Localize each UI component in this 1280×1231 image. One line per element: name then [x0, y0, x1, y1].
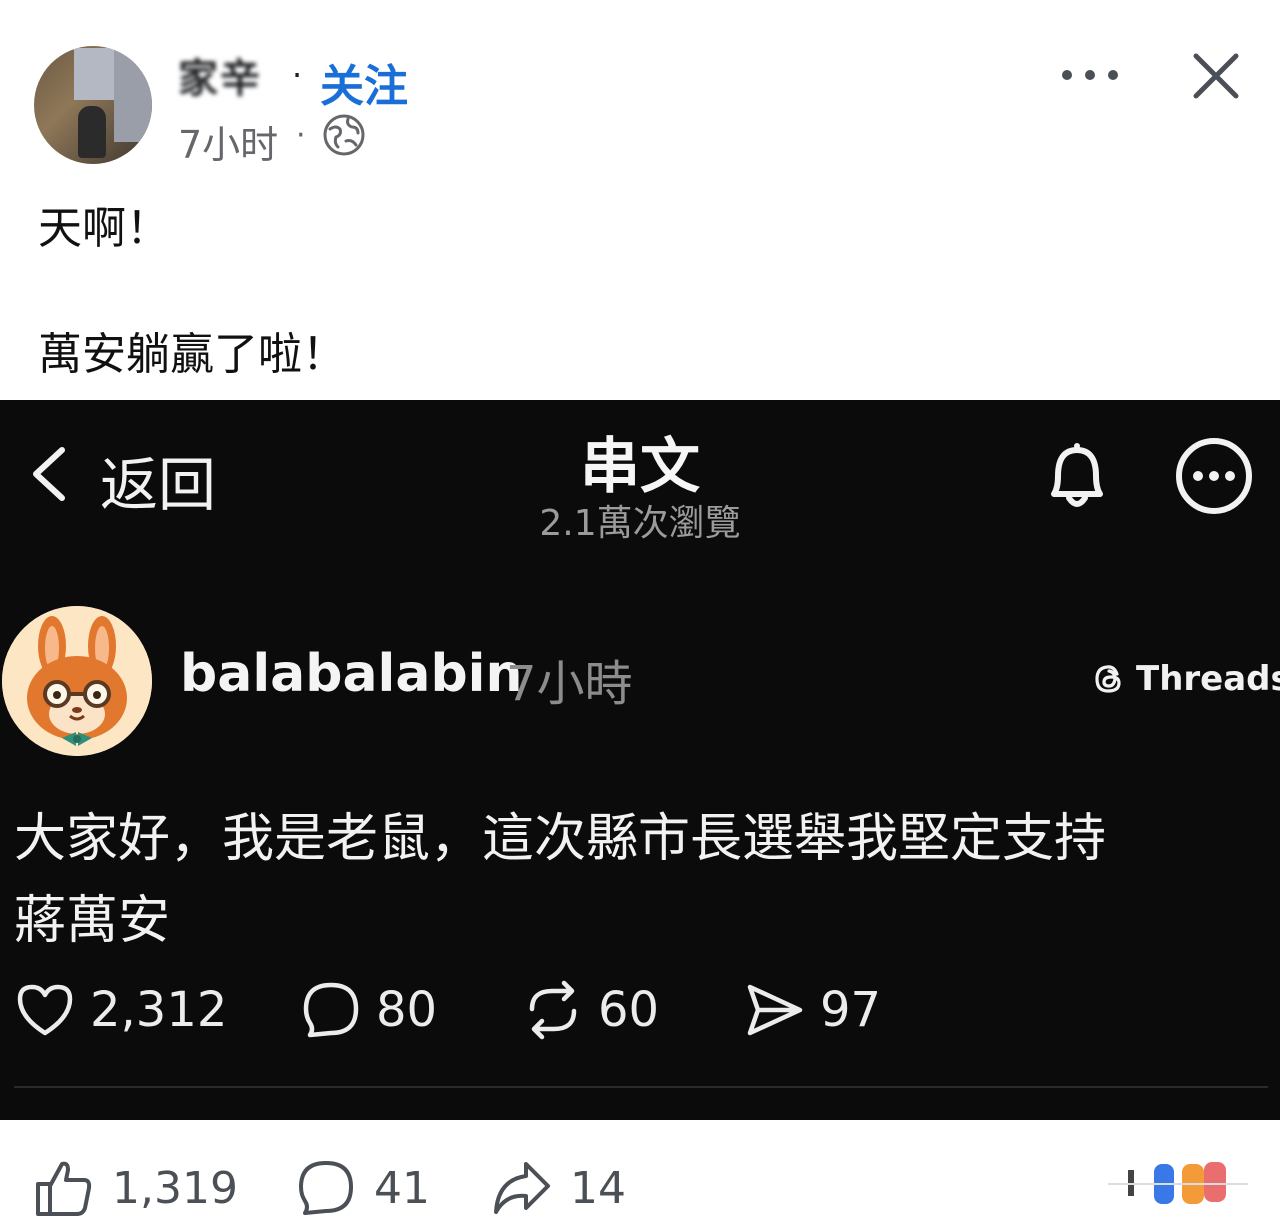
post-header: 家辛 · 关注 7小时 · 天啊！ 萬安躺贏了啦！ — [0, 0, 1280, 400]
avatar-blur-patch — [114, 50, 152, 142]
threads-like-button[interactable]: 2,312 — [14, 980, 227, 1040]
rabbit-avatar-icon — [2, 606, 152, 756]
globe-icon — [323, 114, 365, 156]
close-icon[interactable] — [1190, 50, 1242, 102]
threads-share-count: 97 — [820, 982, 882, 1038]
share-button[interactable]: 14 — [492, 1156, 626, 1220]
threads-like-count: 2,312 — [90, 982, 228, 1038]
watermark-logo-icon — [1108, 1162, 1248, 1204]
threads-post-text-line: 大家好，我是老鼠，這次縣市長選舉我堅定支持 — [14, 809, 1107, 869]
name-separator: · — [292, 56, 303, 94]
threads-share-button[interactable]: 97 — [744, 980, 881, 1040]
avatar-figure — [78, 106, 106, 158]
author-name[interactable]: 家辛 — [178, 46, 262, 104]
more-options-icon[interactable] — [1174, 436, 1254, 516]
threads-repost-button[interactable]: 60 — [522, 980, 659, 1040]
post-text-line: 萬安躺贏了啦！ — [38, 329, 346, 380]
threads-reply-count: 80 — [376, 982, 438, 1038]
send-icon — [747, 984, 803, 1036]
threads-brand-label: Threads — [1136, 659, 1280, 699]
post-actions-bar: 1,319 41 14 — [0, 1120, 1280, 1231]
threads-timestamp: 7小時 — [506, 656, 633, 712]
repost-icon — [529, 980, 577, 1040]
comment-bubble-icon — [303, 982, 359, 1038]
like-button[interactable]: 1,319 — [34, 1156, 238, 1220]
more-options-icon[interactable] — [1062, 58, 1118, 92]
threads-username[interactable]: balabalabin — [180, 644, 523, 704]
post-timestamp[interactable]: 7小时 — [178, 114, 278, 169]
heart-icon — [17, 984, 73, 1036]
threads-divider — [14, 1086, 1268, 1088]
thumbs-up-icon — [36, 1161, 92, 1216]
threads-reply-button[interactable]: 80 — [300, 980, 437, 1040]
bell-icon[interactable] — [1040, 436, 1114, 516]
threads-post-text-line: 蔣萬安 — [14, 891, 171, 951]
threads-repost-count: 60 — [598, 982, 660, 1038]
comment-button[interactable]: 41 — [296, 1156, 430, 1220]
comment-count: 41 — [374, 1162, 430, 1214]
threads-logo-icon — [1095, 665, 1121, 693]
threads-screenshot: 返回 串文 2.1萬次瀏覽 balabalabin 7小時 Threads 大家… — [0, 400, 1280, 1120]
author-avatar[interactable] — [34, 46, 152, 164]
share-arrow-icon — [494, 1162, 550, 1214]
comment-bubble-icon — [299, 1161, 353, 1215]
like-count: 1,319 — [112, 1162, 238, 1214]
follow-button[interactable]: 关注 — [320, 50, 408, 114]
share-count: 14 — [570, 1162, 626, 1214]
post-text-line: 天啊！ — [38, 203, 170, 254]
threads-brand: Threads — [1090, 656, 1280, 702]
meta-separator: · — [296, 118, 306, 153]
threads-avatar[interactable] — [2, 606, 152, 756]
